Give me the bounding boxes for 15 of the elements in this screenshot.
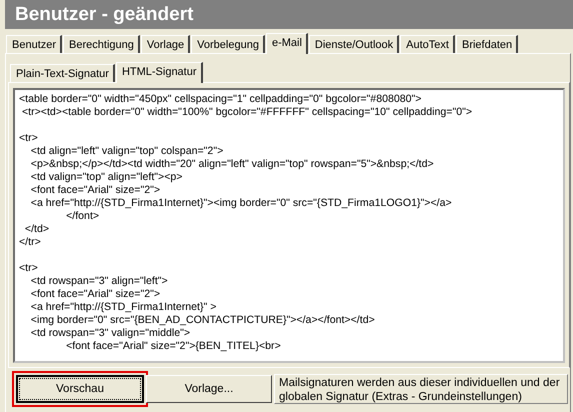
tab[interactable]: AutoText xyxy=(400,35,455,53)
tab[interactable]: Dienste/Outlook xyxy=(308,35,400,53)
tab[interactable]: Briefdaten xyxy=(456,35,518,53)
tab[interactable]: Benutzer xyxy=(6,35,62,53)
tab[interactable]: Berechtigung xyxy=(63,35,140,53)
window-title: Benutzer - geändert xyxy=(15,4,194,26)
dialog-button[interactable]: Vorschau xyxy=(16,375,144,403)
tab[interactable]: HTML-Signatur xyxy=(116,62,203,83)
tab[interactable]: Plain-Text-Signatur xyxy=(10,64,115,82)
html-code-field[interactable]: <table border="0" width="450px" cellspacing="1" cellpadding="0" bgcolor="#808080"> <tr><td><table border="0" width="100%" bgcolor="#FFFFFF" cellspacing="10" cellpadding="0"> <tr> <td align="left" valign="top" colspan="2"> <p>&nbsp;</p></td><td width="20" align="left" valign="top" rowspan="5">&nbsp;</td> <td valign="top" align="left"><p> <font face="Arial" size="2"> <a href="http://{STD_Firma1Internet}"><img border="0" src="{STD_Firma1LOGO1}"></a> </font> </td> </tr> <tr> <td rowspan="3" align="left"> <font face="Arial" size="2"> <a href="http://{STD_Firma1Internet}" > <img border="0" src="{BEN_AD_CONTACTPICTURE}"></a></font></td> <td rowspan="3" valign="middle"> <font face="Arial" size="2">{BEN_TITEL}<br> xyxy=(13,88,565,363)
tab[interactable]: e-Mail xyxy=(266,33,308,54)
tab[interactable]: Vorbelegung xyxy=(191,35,265,53)
info-text: Mailsignaturen werden aus dieser individuellen und der globalen Signatur (Extras - Grundeinstellungen) xyxy=(274,374,568,404)
dialog-button[interactable]: Vorlage... xyxy=(146,375,272,403)
tab[interactable]: Vorlage xyxy=(140,35,190,53)
